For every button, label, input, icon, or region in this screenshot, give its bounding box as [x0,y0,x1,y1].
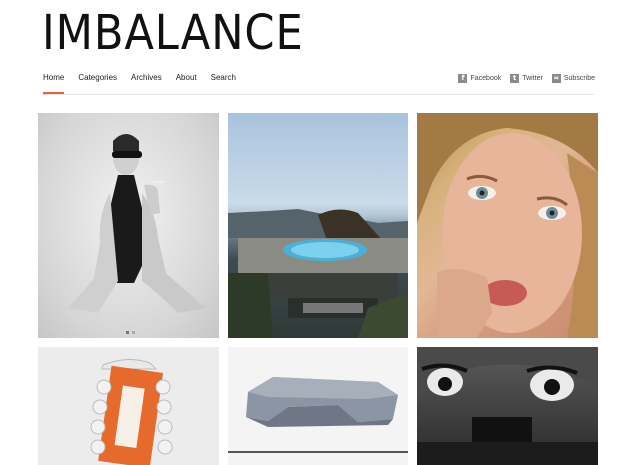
nav-about[interactable]: About [176,73,197,82]
pool-house-image [228,209,408,338]
post-thumbnail-cartoon-eyes[interactable] [417,347,598,465]
woman-sunglasses-image [68,134,206,334]
social-links: f Facebook t Twitter ≈ Subscribe [458,74,595,83]
facebook-label: Facebook [470,75,502,82]
main-nav: Home Categories Archives About Search [43,73,250,94]
post-thumbnail-grey-bench[interactable] [228,347,408,465]
post-thumbnail-woman-sunglasses[interactable] [38,113,219,338]
woman-face-image [417,113,598,338]
facebook-icon: f [458,74,468,83]
post-thumbnail-woman-face[interactable] [417,113,598,338]
rss-icon: ≈ [551,74,561,83]
nav-search[interactable]: Search [211,73,236,82]
post-thumbnail-pool-house[interactable] [228,113,408,338]
grey-bench-image [228,377,408,453]
subscribe-link[interactable]: ≈ Subscribe [551,74,595,83]
twitter-link[interactable]: t Twitter [510,74,543,83]
site-logo[interactable]: IMBALANCE [42,9,304,57]
header-divider [42,94,594,95]
twitter-icon: t [510,74,520,83]
nav-home[interactable]: Home [43,73,65,94]
page: IMBALANCE Home Categories Archives About… [0,0,630,465]
facebook-link[interactable]: f Facebook [458,74,501,83]
keyboard-object-image [90,359,173,465]
nav-categories[interactable]: Categories [78,73,117,82]
post-thumbnail-keyboard-object[interactable] [38,347,219,465]
twitter-label: Twitter [522,75,543,82]
cartoon-eyes-image [417,347,598,465]
nav-archives[interactable]: Archives [131,73,162,82]
subscribe-label: Subscribe [563,75,595,82]
